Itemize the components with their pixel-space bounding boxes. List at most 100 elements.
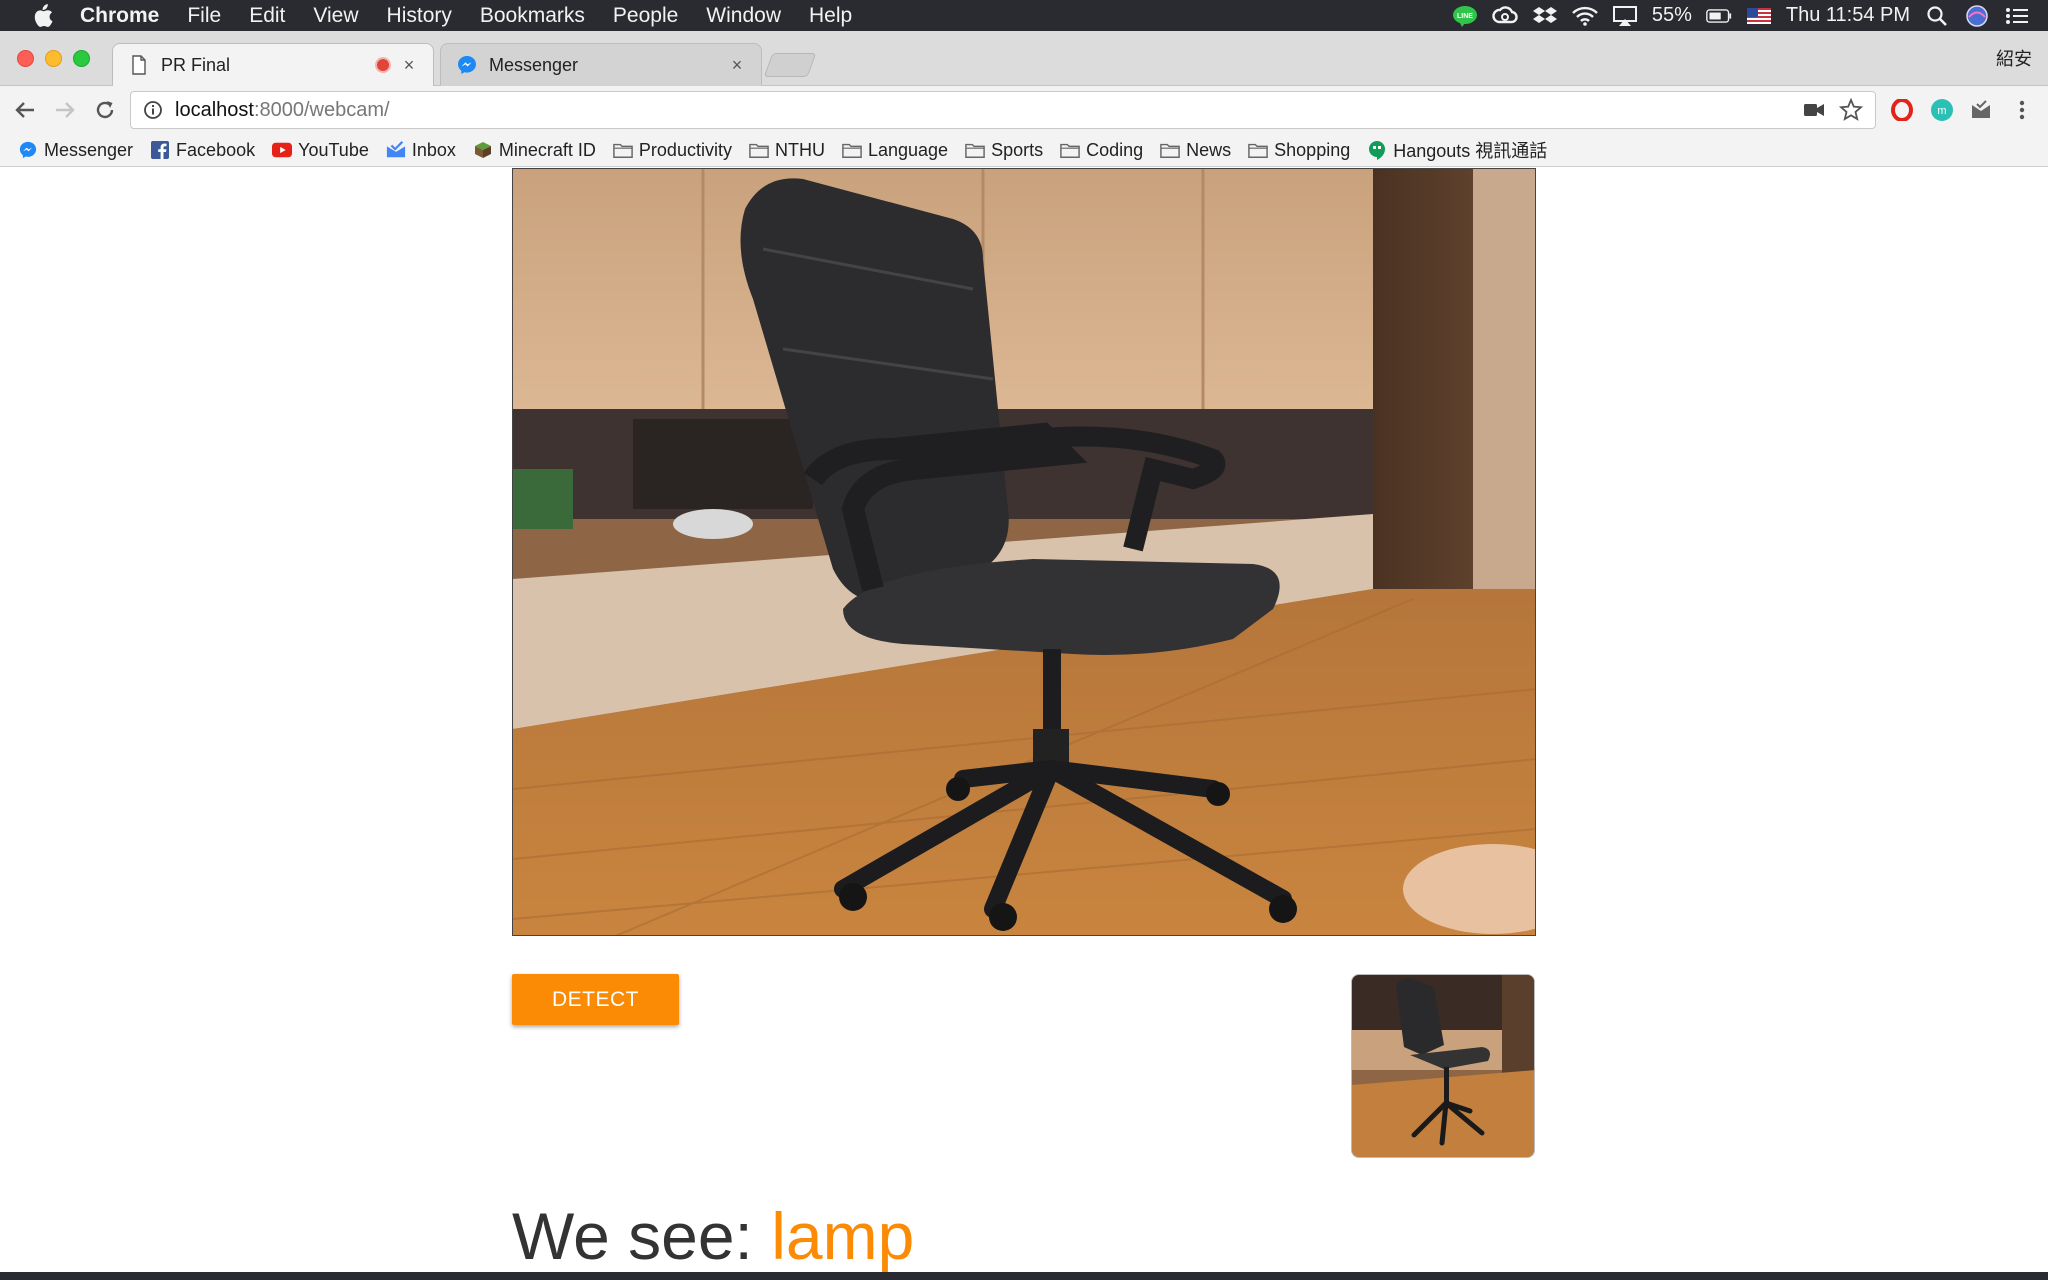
bookmark-label: YouTube bbox=[298, 139, 369, 160]
menu-window[interactable]: Window bbox=[692, 4, 795, 28]
chrome-menu-icon[interactable] bbox=[2010, 98, 2034, 122]
result-value: lamp bbox=[771, 1199, 915, 1273]
menubar-clock[interactable]: Thu 11:54 PM bbox=[1786, 4, 1910, 27]
url-path: :8000/webcam/ bbox=[253, 98, 390, 121]
window-minimize-button[interactable] bbox=[45, 50, 62, 67]
us-flag-icon[interactable] bbox=[1746, 3, 1772, 29]
folder-icon bbox=[1248, 140, 1268, 160]
airplay-icon[interactable] bbox=[1612, 3, 1638, 29]
line-icon[interactable]: LINE bbox=[1452, 3, 1478, 29]
bookmark-label: Coding bbox=[1086, 139, 1144, 160]
folder-icon bbox=[965, 140, 985, 160]
bookmark-label: Minecraft ID bbox=[498, 139, 596, 160]
dropbox-icon[interactable] bbox=[1532, 3, 1558, 29]
menu-view[interactable]: View bbox=[299, 4, 372, 28]
bookmark-label: News bbox=[1186, 139, 1232, 160]
creative-cloud-icon[interactable] bbox=[1492, 3, 1518, 29]
bookmark-label: Productivity bbox=[638, 139, 732, 160]
window-bottom-edge bbox=[0, 1272, 2048, 1280]
bookmarks-bar: Messenger Facebook YouTube Inbox Minecra… bbox=[0, 134, 2048, 167]
back-icon[interactable] bbox=[10, 95, 40, 125]
bookmark-folder-nthu[interactable]: NTHU bbox=[749, 140, 825, 161]
tab-title: Messenger bbox=[489, 54, 579, 75]
svg-text:LINE: LINE bbox=[1457, 13, 1473, 20]
url-host: localhost bbox=[175, 98, 254, 121]
bookmark-label: Sports bbox=[991, 139, 1044, 160]
menu-history[interactable]: History bbox=[373, 4, 466, 28]
wifi-icon[interactable] bbox=[1571, 3, 1598, 29]
bookmark-folder-coding[interactable]: Coding bbox=[1060, 140, 1143, 161]
menu-file[interactable]: File bbox=[173, 4, 235, 28]
profile-name[interactable]: 紹安 bbox=[1996, 45, 2032, 71]
camera-in-use-icon[interactable] bbox=[1803, 100, 1825, 120]
snapshot-image bbox=[1352, 975, 1534, 1157]
facebook-icon bbox=[150, 140, 170, 160]
tab-messenger[interactable]: Messenger × bbox=[440, 43, 762, 86]
bookmark-label: Messenger bbox=[44, 139, 134, 160]
bookmark-youtube[interactable]: YouTube bbox=[272, 140, 369, 161]
detection-result: We see: lamp bbox=[512, 1198, 914, 1274]
battery-percent: 55% bbox=[1651, 4, 1692, 26]
close-tab-icon[interactable]: × bbox=[729, 56, 745, 74]
address-bar[interactable]: localhost:8000/webcam/ bbox=[130, 91, 1876, 129]
spotlight-search-icon[interactable] bbox=[1924, 3, 1950, 29]
result-label: We see: bbox=[512, 1199, 772, 1273]
snapshot-thumbnail bbox=[1351, 974, 1535, 1158]
tab-pr-final[interactable]: PR Final × bbox=[112, 43, 434, 86]
bookmark-hangouts[interactable]: Hangouts 視訊通話 bbox=[1367, 137, 1547, 163]
new-tab-button[interactable] bbox=[763, 53, 817, 77]
battery-icon[interactable] bbox=[1706, 3, 1732, 29]
mercury-extension-icon[interactable]: m bbox=[1930, 98, 1954, 122]
notification-center-icon[interactable] bbox=[2004, 3, 2030, 29]
folder-icon bbox=[1160, 140, 1180, 160]
folder-icon bbox=[749, 140, 769, 160]
site-info-icon[interactable] bbox=[143, 100, 163, 120]
bookmark-label: Inbox bbox=[411, 139, 456, 160]
bookmark-messenger[interactable]: Messenger bbox=[18, 140, 133, 161]
opera-extension-icon[interactable] bbox=[1890, 98, 1914, 122]
inbox-icon bbox=[386, 140, 406, 160]
bookmark-folder-sports[interactable]: Sports bbox=[965, 140, 1043, 161]
bookmark-folder-shopping[interactable]: Shopping bbox=[1248, 140, 1350, 161]
tab-title: PR Final bbox=[161, 54, 231, 75]
bookmark-facebook[interactable]: Facebook bbox=[150, 140, 255, 161]
minecraft-icon bbox=[473, 140, 493, 160]
menu-bookmarks[interactable]: Bookmarks bbox=[466, 4, 599, 28]
menu-app-name[interactable]: Chrome bbox=[76, 4, 173, 28]
bookmark-label: NTHU bbox=[774, 139, 825, 160]
menu-help[interactable]: Help bbox=[795, 4, 866, 28]
bookmark-folder-language[interactable]: Language bbox=[842, 140, 948, 161]
menu-people[interactable]: People bbox=[599, 4, 692, 28]
forward-icon[interactable] bbox=[50, 95, 80, 125]
messenger-icon bbox=[18, 140, 38, 160]
menu-edit[interactable]: Edit bbox=[235, 4, 299, 28]
recording-indicator-icon bbox=[375, 57, 391, 73]
svg-text:m: m bbox=[1937, 105, 1946, 117]
macos-menubar: Chrome File Edit View History Bookmarks … bbox=[0, 0, 2048, 31]
messenger-icon bbox=[457, 55, 477, 75]
page-content: DETECT We see: lamp bbox=[0, 168, 2048, 1276]
apple-menu-icon[interactable] bbox=[28, 2, 56, 30]
browser-tab-strip: PR Final × Messenger × 紹安 bbox=[0, 31, 2048, 86]
bookmark-minecraft-id[interactable]: Minecraft ID bbox=[473, 140, 596, 161]
bookmark-folder-news[interactable]: News bbox=[1160, 140, 1231, 161]
youtube-icon bbox=[272, 140, 293, 160]
folder-icon bbox=[613, 140, 633, 160]
window-close-button[interactable] bbox=[17, 50, 34, 67]
bookmark-star-icon[interactable] bbox=[1839, 98, 1863, 122]
menubar-status-area: LINE 55% Thu 11:54 PM bbox=[1452, 0, 2030, 31]
window-fullscreen-button[interactable] bbox=[73, 50, 90, 67]
reload-icon[interactable] bbox=[90, 95, 120, 125]
folder-icon bbox=[842, 140, 862, 160]
detect-button[interactable]: DETECT bbox=[512, 974, 679, 1025]
bookmark-label: Hangouts 視訊通話 bbox=[1393, 141, 1548, 161]
inbox-extension-icon[interactable] bbox=[1969, 98, 1993, 122]
webcam-frame-image bbox=[513, 169, 1535, 935]
browser-toolbar: localhost:8000/webcam/ m bbox=[0, 86, 2048, 134]
bookmark-inbox[interactable]: Inbox bbox=[386, 140, 456, 161]
bookmark-folder-productivity[interactable]: Productivity bbox=[613, 140, 732, 161]
page-icon bbox=[129, 55, 149, 75]
siri-icon[interactable] bbox=[1964, 3, 1990, 29]
close-tab-icon[interactable]: × bbox=[401, 56, 417, 74]
folder-icon bbox=[1060, 140, 1080, 160]
